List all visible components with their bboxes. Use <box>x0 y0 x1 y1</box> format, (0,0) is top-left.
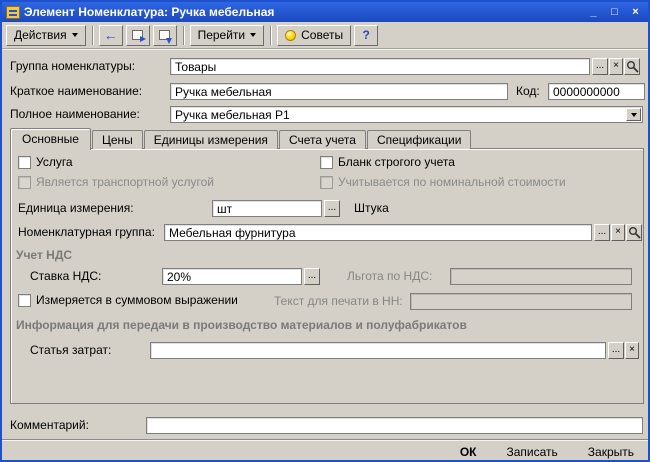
code-field[interactable]: 0000000000 <box>548 83 645 100</box>
tab-scheta[interactable]: Счета учета <box>278 130 366 149</box>
strict-form-checkbox[interactable]: Бланк строгого учета <box>320 155 455 169</box>
comment-label: Комментарий: <box>10 418 89 432</box>
nav-back-button[interactable]: ← <box>98 24 123 46</box>
nominal-value-checkbox-label: Учитывается по номинальной стоимости <box>338 175 566 189</box>
nn-print-field <box>410 293 632 310</box>
chevron-down-icon <box>71 33 78 37</box>
open-item-button[interactable] <box>125 24 150 46</box>
vat-rate-select-button[interactable]: ... <box>304 268 320 285</box>
group-field[interactable]: Товары <box>170 58 590 75</box>
document-arrow-icon <box>132 30 147 42</box>
unit-select-button[interactable]: ... <box>324 200 340 217</box>
unit-hint: Штука <box>354 201 389 215</box>
ok-button[interactable]: ОК <box>458 444 479 460</box>
checkbox-box <box>18 175 31 189</box>
full-name-dropdown-button[interactable] <box>626 108 641 121</box>
tab-edinitsy[interactable]: Единицы измерения <box>143 130 278 149</box>
code-label: Код: <box>516 84 540 98</box>
footer-buttons: ОК Записать Закрыть <box>458 444 636 460</box>
vat-benefit-field <box>450 268 632 285</box>
short-name-label: Краткое наименование: <box>10 84 143 98</box>
sum-measured-checkbox[interactable]: Измеряется в суммовом выражении <box>18 293 238 307</box>
production-section-header: Информация для передачи в производство м… <box>16 318 467 332</box>
checkbox-box <box>320 155 333 169</box>
cost-item-label: Статья затрат: <box>30 343 112 357</box>
nn-print-label: Текст для печати в НН: <box>274 294 403 308</box>
vat-section-header: Учет НДС <box>16 248 73 262</box>
tips-button[interactable]: Советы <box>277 24 352 46</box>
toolbar-separator <box>91 25 93 45</box>
comment-field[interactable] <box>146 417 643 434</box>
strict-form-checkbox-label: Бланк строгого учета <box>338 155 455 169</box>
magnifier-icon <box>628 227 641 239</box>
tab-spetsifikatsii[interactable]: Спецификации <box>366 130 472 149</box>
toolbar-separator <box>182 25 184 45</box>
back-arrow-icon: ← <box>103 27 118 43</box>
nom-group-label: Номенклатурная группа: <box>18 225 155 239</box>
actions-menu-button[interactable]: Действия <box>6 24 86 46</box>
nom-group-clear-button[interactable]: × <box>611 224 625 241</box>
nom-group-field[interactable]: Мебельная фурнитура <box>164 224 592 241</box>
minimize-button[interactable]: _ <box>585 5 602 20</box>
full-name-label: Полное наименование: <box>10 107 140 121</box>
cost-item-clear-button[interactable]: × <box>625 342 639 359</box>
save-button[interactable]: Записать <box>505 444 560 460</box>
service-checkbox-label: Услуга <box>36 155 73 169</box>
help-button[interactable]: ? <box>354 24 379 46</box>
checkbox-box <box>320 175 333 189</box>
chevron-down-icon <box>250 33 257 37</box>
full-name-value: Ручка мебельная Р1 <box>175 108 290 122</box>
tab-osnovnye[interactable]: Основные <box>10 128 91 150</box>
unit-field[interactable]: шт <box>212 200 322 217</box>
full-name-combo[interactable]: Ручка мебельная Р1 <box>170 106 643 123</box>
short-name-field[interactable]: Ручка мебельная <box>170 83 508 100</box>
document-refresh-icon <box>159 30 173 44</box>
lightbulb-icon <box>285 29 297 41</box>
checkbox-box <box>18 293 31 307</box>
tab-strip: Основные Цены Единицы измерения Счета уч… <box>10 128 472 150</box>
app-icon <box>6 5 20 19</box>
toolbar-separator <box>270 25 272 45</box>
vat-benefit-label: Льгота по НДС: <box>347 269 433 283</box>
window-title: Элемент Номенклатура: Ручка мебельная <box>24 5 275 19</box>
goto-menu-button[interactable]: Перейти <box>189 24 265 46</box>
transport-service-checkbox: Является транспортной услугой <box>18 175 214 189</box>
checkbox-box <box>18 155 31 169</box>
vat-rate-label: Ставка НДС: <box>30 269 102 283</box>
tab-tseny[interactable]: Цены <box>91 130 143 149</box>
sum-measured-checkbox-label: Измеряется в суммовом выражении <box>36 293 238 307</box>
actions-menu-label: Действия <box>14 28 67 42</box>
transport-service-checkbox-label: Является транспортной услугой <box>36 175 214 189</box>
magnifier-icon <box>626 61 639 73</box>
close-form-button[interactable]: Закрыть <box>586 444 636 460</box>
group-open-button[interactable] <box>624 58 640 75</box>
footer-separator <box>2 439 648 441</box>
unit-label: Единица измерения: <box>18 201 134 215</box>
group-clear-button[interactable]: × <box>609 58 623 75</box>
vat-rate-field[interactable]: 20% <box>162 268 302 285</box>
cost-item-field[interactable] <box>150 342 606 359</box>
nominal-value-checkbox: Учитывается по номинальной стоимости <box>320 175 566 189</box>
nom-group-open-button[interactable] <box>626 224 642 241</box>
goto-menu-label: Перейти <box>197 28 246 42</box>
chevron-down-icon <box>630 112 637 117</box>
cost-item-select-button[interactable]: ... <box>608 342 624 359</box>
help-icon: ? <box>362 28 370 42</box>
element-window: Элемент Номенклатура: Ручка мебельная _ … <box>0 0 650 462</box>
toolbar: Действия ← Перейти Советы ? <box>2 22 648 49</box>
close-button[interactable]: × <box>627 5 644 20</box>
group-select-button[interactable]: ... <box>592 58 608 75</box>
service-checkbox[interactable]: Услуга <box>18 155 73 169</box>
group-label: Группа номенклатуры: <box>10 59 136 73</box>
titlebar: Элемент Номенклатура: Ручка мебельная _ … <box>2 2 648 22</box>
nom-group-select-button[interactable]: ... <box>594 224 610 241</box>
maximize-button[interactable]: □ <box>606 5 623 20</box>
tips-label: Советы <box>301 28 344 42</box>
reread-button[interactable] <box>152 24 177 46</box>
